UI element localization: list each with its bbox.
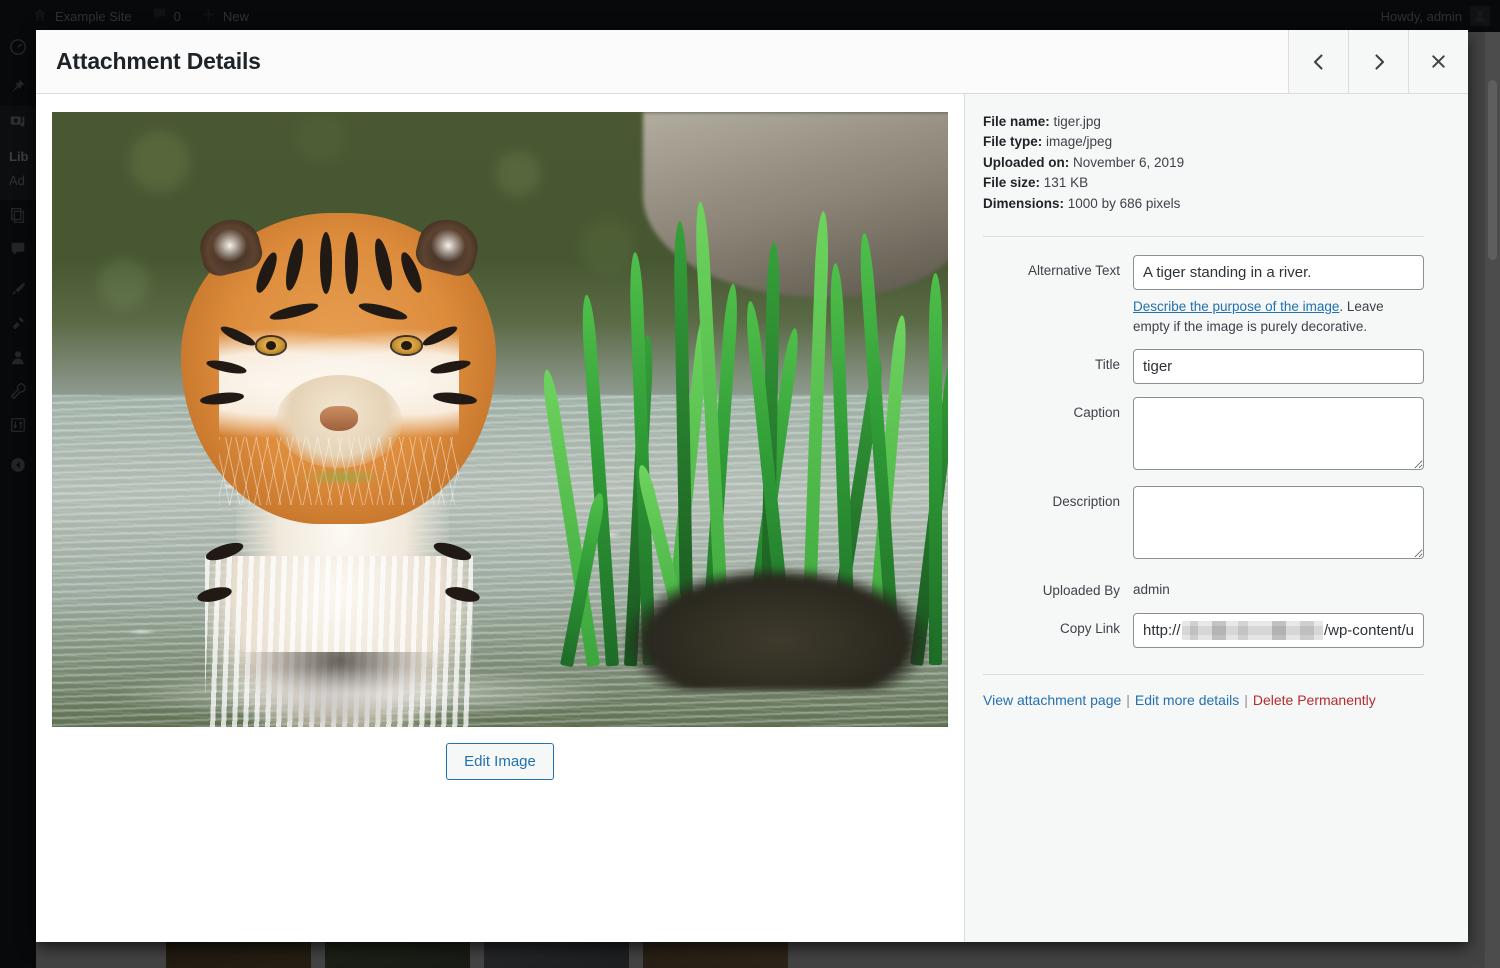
meta-file-size: File size: 131 KB xyxy=(983,173,1424,193)
meta-value: November 6, 2019 xyxy=(1073,155,1184,170)
alt-text-row: Alternative Text Describe the purpose of… xyxy=(983,255,1424,336)
image-tiger xyxy=(142,192,536,727)
action-separator: | xyxy=(1126,692,1130,708)
modal-header: Attachment Details xyxy=(36,30,1468,94)
describe-purpose-link[interactable]: Describe the purpose of the image xyxy=(1133,299,1339,314)
attachment-preview-pane: Edit Image xyxy=(36,94,965,942)
meta-value: 131 KB xyxy=(1044,175,1088,190)
attachment-metadata: File name: tiger.jpg File type: image/jp… xyxy=(983,112,1424,214)
meta-label: File name: xyxy=(983,114,1050,129)
delete-permanently-link[interactable]: Delete Permanently xyxy=(1253,692,1376,708)
meta-label: Dimensions: xyxy=(983,196,1064,211)
view-attachment-page-link[interactable]: View attachment page xyxy=(983,692,1121,708)
attachment-actions: View attachment page | Edit more details | D… xyxy=(983,692,1424,708)
meta-label: Uploaded on: xyxy=(983,155,1069,170)
copy-link-label: Copy Link xyxy=(983,613,1133,638)
meta-uploaded-on: Uploaded on: November 6, 2019 xyxy=(983,153,1424,173)
caption-control xyxy=(1133,397,1424,473)
copy-link-prefix: http:// xyxy=(1143,622,1181,639)
title-row: Title xyxy=(983,349,1424,384)
alt-text-control: Describe the purpose of the image. Leave… xyxy=(1133,255,1424,336)
meta-value: 1000 by 686 pixels xyxy=(1068,196,1181,211)
title-label: Title xyxy=(983,349,1133,374)
tiger-eye-right xyxy=(392,337,420,353)
screen: Example Site 0 New Howdy, admin xyxy=(0,0,1500,968)
image-ripple xyxy=(106,666,626,721)
description-row: Description xyxy=(983,486,1424,562)
attachment-image xyxy=(52,112,948,727)
copy-link-suffix: /wp-content/u xyxy=(1324,622,1414,639)
page-scrollbar[interactable] xyxy=(1485,32,1500,968)
meta-file-type: File type: image/jpeg xyxy=(983,132,1424,152)
previous-attachment-button[interactable] xyxy=(1288,30,1348,93)
copy-link-control: http:// /wp-content/u xyxy=(1133,613,1424,648)
actions-divider xyxy=(983,674,1424,675)
alt-text-input[interactable] xyxy=(1133,255,1424,290)
chevron-left-icon xyxy=(1309,52,1329,72)
uploaded-by-control: admin xyxy=(1133,575,1424,597)
page-title: Attachment Details xyxy=(36,30,1288,93)
copy-link-row: Copy Link http:// /wp-content/u xyxy=(983,613,1424,648)
attachment-details-modal: Attachment Details xyxy=(36,30,1468,942)
uploaded-by-label: Uploaded By xyxy=(983,575,1133,600)
close-x-icon xyxy=(1429,52,1448,71)
redacted-domain-block xyxy=(1182,621,1323,640)
edit-more-details-link[interactable]: Edit more details xyxy=(1135,692,1239,708)
modal-body: Edit Image File name: tiger.jpg File typ… xyxy=(36,94,1468,942)
title-input[interactable] xyxy=(1133,349,1424,384)
attachment-details-pane: File name: tiger.jpg File type: image/jp… xyxy=(965,94,1468,942)
caption-label: Caption xyxy=(983,397,1133,422)
description-label: Description xyxy=(983,486,1133,511)
scrollbar-thumb[interactable] xyxy=(1488,80,1497,260)
caption-row: Caption xyxy=(983,397,1424,473)
edit-image-toolbar: Edit Image xyxy=(446,743,554,780)
description-control xyxy=(1133,486,1424,562)
meta-label: File size: xyxy=(983,175,1040,190)
description-textarea[interactable] xyxy=(1133,486,1424,559)
close-modal-button[interactable] xyxy=(1408,30,1468,93)
next-attachment-button[interactable] xyxy=(1348,30,1408,93)
title-control xyxy=(1133,349,1424,384)
meta-value: tiger.jpg xyxy=(1054,114,1101,129)
meta-label: File type: xyxy=(983,134,1042,149)
details-divider xyxy=(983,236,1424,237)
copy-link-input[interactable]: http:// /wp-content/u xyxy=(1133,613,1424,648)
uploaded-by-row: Uploaded By admin xyxy=(983,575,1424,600)
action-separator: | xyxy=(1244,692,1248,708)
meta-value: image/jpeg xyxy=(1046,134,1112,149)
meta-file-name: File name: tiger.jpg xyxy=(983,112,1424,132)
tiger-eye-left xyxy=(257,337,285,353)
alt-text-help: Describe the purpose of the image. Leave… xyxy=(1133,297,1424,336)
caption-textarea[interactable] xyxy=(1133,397,1424,470)
alt-text-label: Alternative Text xyxy=(983,255,1133,280)
edit-image-button[interactable]: Edit Image xyxy=(446,743,554,780)
uploaded-by-value: admin xyxy=(1133,575,1424,597)
chevron-right-icon xyxy=(1369,52,1389,72)
meta-dimensions: Dimensions: 1000 by 686 pixels xyxy=(983,194,1424,214)
image-mud xyxy=(625,567,930,690)
